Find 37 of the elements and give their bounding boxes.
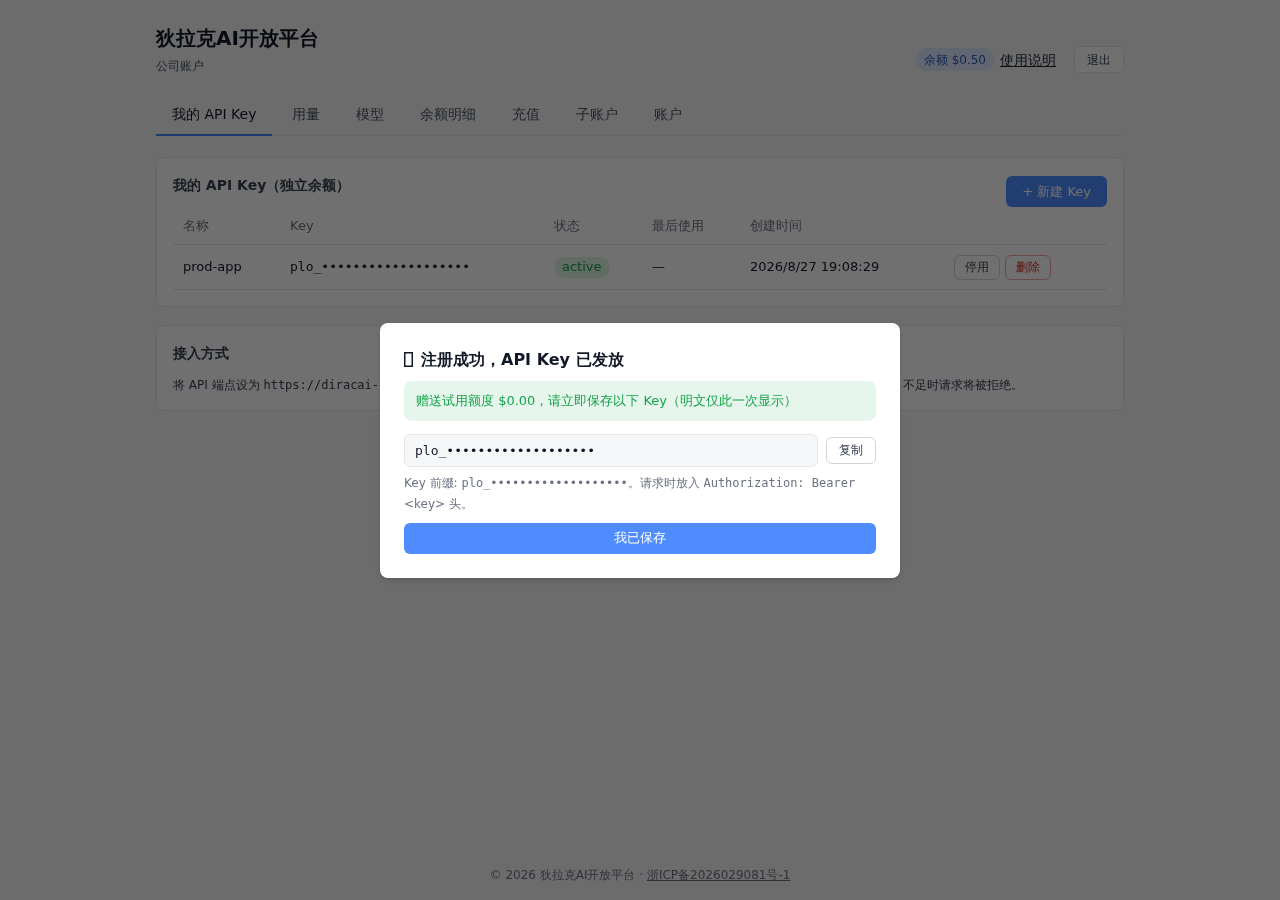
api-key-field[interactable]: plo_••••••••••••••••••• bbox=[404, 433, 818, 467]
copy-button[interactable]: 复制 bbox=[826, 436, 876, 464]
integration-text: 不足时请求将被拒绝。 bbox=[903, 377, 1023, 394]
tab[interactable]: 充值 bbox=[496, 94, 557, 136]
status-badge: active bbox=[554, 256, 610, 278]
new-key-button[interactable]: + 新建 Key bbox=[1006, 176, 1107, 207]
column-header: 状态 bbox=[544, 207, 642, 245]
key-hint: Key 前缀: plo_•••••••••••••••••••。请求时放入 Authorization: Bearer <key> 头。 bbox=[404, 474, 857, 513]
integration-text: 将 API 端点设为 https://diracai- bbox=[173, 377, 380, 394]
logout-button[interactable]: 退出 bbox=[1074, 46, 1124, 73]
tab[interactable]: 用量 bbox=[276, 94, 337, 136]
confirm-button[interactable]: 我已保存 bbox=[404, 522, 876, 554]
table-cell: 2026/8/27 19:08:29 bbox=[740, 245, 944, 290]
column-header: 名称 bbox=[173, 207, 280, 245]
table-cell: prod-app bbox=[173, 245, 280, 290]
tab[interactable]: 我的 API Key bbox=[156, 94, 273, 136]
help-link[interactable]: 使用说明 bbox=[1000, 49, 1056, 70]
card-title: 接入方式 bbox=[173, 344, 229, 363]
tab[interactable]: 账户 bbox=[638, 94, 699, 136]
column-header: Key bbox=[280, 207, 544, 245]
account-type: 公司账户 bbox=[156, 58, 205, 74]
tab[interactable]: 子账户 bbox=[560, 94, 635, 136]
card-title: 我的 API Key（独立余额） bbox=[173, 176, 351, 195]
site-title: 狄拉克AI开放平台 bbox=[156, 25, 319, 52]
column-header: 创建时间 bbox=[740, 207, 944, 245]
column-header: 最后使用 bbox=[642, 207, 740, 245]
dialog-title: 注册成功，API Key 已发放 bbox=[421, 348, 624, 371]
success-notice: 赠送试用额度 $0.00，请立即保存以下 Key（明文仅此一次显示） bbox=[404, 380, 876, 421]
delete-button[interactable]: 删除 bbox=[1005, 254, 1051, 280]
tab[interactable]: 模型 bbox=[340, 94, 401, 136]
tab[interactable]: 余额明细 bbox=[404, 94, 493, 136]
table-cell: plo_••••••••••••••••••• bbox=[280, 245, 544, 290]
missing-glyph-icon bbox=[404, 352, 413, 367]
table-cell: — bbox=[642, 245, 740, 290]
balance-badge: 余额 $0.50 bbox=[915, 48, 994, 71]
disable-button[interactable]: 停用 bbox=[954, 254, 1000, 280]
icp-link[interactable]: 浙ICP备2026029081号-1 bbox=[646, 867, 791, 883]
